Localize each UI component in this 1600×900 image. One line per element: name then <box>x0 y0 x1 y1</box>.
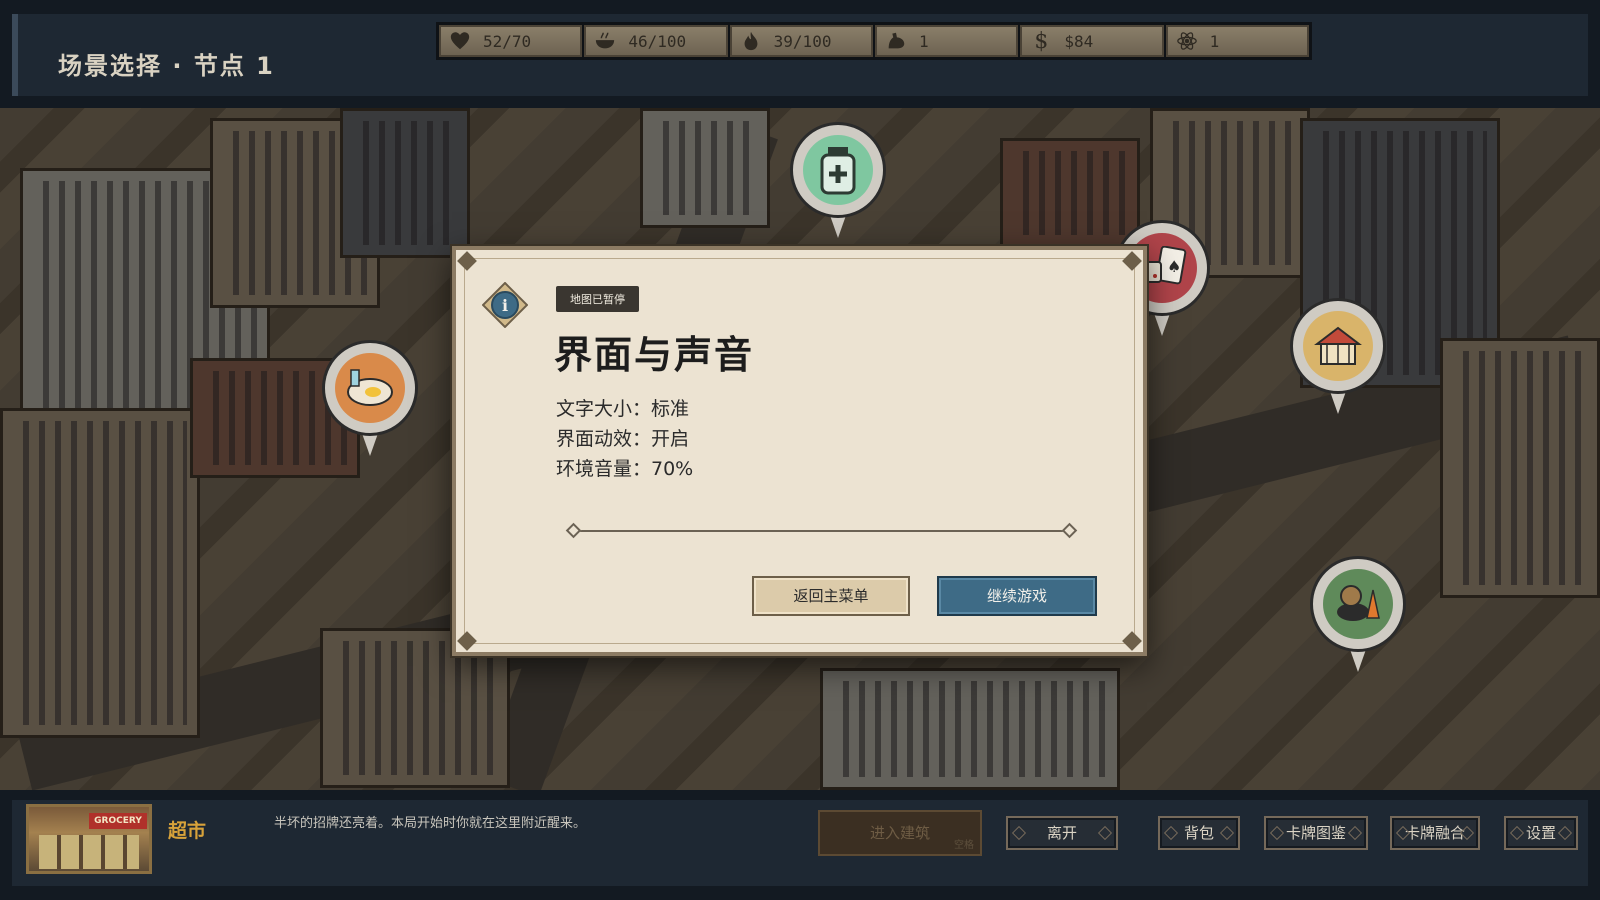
grocery-sign: GROCERY <box>89 813 147 829</box>
stats-bar: 52/70 46/100 39/100 1 $ $84 1 <box>436 22 1312 60</box>
pin-head <box>790 122 886 218</box>
modal-divider <box>574 530 1070 532</box>
return-main-menu-button[interactable]: 返回主菜单 <box>752 576 910 616</box>
stat-money-value: $84 <box>1064 31 1094 51</box>
stat-strength: 1 <box>874 25 1019 57</box>
settings-modal: i 地图已暂停 界面与声音 文字大小：标准 界面动效：开启 环境音量：70% 返… <box>452 246 1147 656</box>
settings-button[interactable]: 设置 <box>1504 816 1578 850</box>
bag-button[interactable]: 背包 <box>1158 816 1240 850</box>
leave-button[interactable]: 离开 <box>1006 816 1118 850</box>
location-pin-sewer[interactable] <box>1310 556 1406 676</box>
svg-text:i: i <box>502 296 508 315</box>
stat-health: 52/70 <box>439 25 583 57</box>
card-fusion-button[interactable]: 卡牌融合 <box>1390 816 1480 850</box>
fire-icon <box>740 30 762 52</box>
location-panel: GROCERY 超市 半坏的招牌还亮着。本局开始时你就在这里附近醒来。 进入建筑… <box>12 800 1588 886</box>
stat-hunger: 46/100 <box>584 25 728 57</box>
bottom-bar: GROCERY 超市 半坏的招牌还亮着。本局开始时你就在这里附近醒来。 进入建筑… <box>0 790 1600 900</box>
setting-text-size: 文字大小：标准 <box>556 398 690 420</box>
modal-title: 界面与声音 <box>554 333 755 377</box>
market-tent-icon <box>1303 311 1373 381</box>
pin-head <box>1310 556 1406 652</box>
enter-building-button[interactable]: 进入建筑 空格 <box>818 810 982 856</box>
heart-icon <box>449 30 471 52</box>
location-pin-diner[interactable] <box>322 340 418 460</box>
stat-hunger-value: 46/100 <box>628 31 687 51</box>
storefront-window <box>39 835 139 869</box>
manhole-cone-icon <box>1323 569 1393 639</box>
atom-icon <box>1176 30 1198 52</box>
stat-health-value: 52/70 <box>483 31 532 51</box>
medicine-bottle-icon <box>803 135 873 205</box>
scene-title: 场景选择 · 节点 1 <box>58 52 275 80</box>
stat-money: $ $84 <box>1020 25 1164 57</box>
stat-energy-value: 39/100 <box>773 31 832 51</box>
continue-game-button[interactable]: 继续游戏 <box>937 576 1097 616</box>
map-paused-tag: 地图已暂停 <box>556 286 639 312</box>
setting-ambient-volume: 环境音量：70% <box>556 458 694 480</box>
food-bowl-icon <box>594 30 616 52</box>
location-pin-pharmacy[interactable] <box>790 122 886 242</box>
enter-building-label: 进入建筑 <box>869 824 930 842</box>
stat-energy: 39/100 <box>729 25 873 57</box>
location-description: 半坏的招牌还亮着。本局开始时你就在这里附近醒来。 <box>274 816 587 831</box>
enter-building-hint: 空格 <box>954 840 974 851</box>
location-pin-market[interactable] <box>1290 298 1386 418</box>
location-name: 超市 <box>168 820 207 842</box>
pin-head <box>322 340 418 436</box>
strength-arm-icon <box>885 30 907 52</box>
stat-science-value: 1 <box>1209 31 1220 51</box>
svg-text:♠: ♠ <box>1167 257 1181 276</box>
setting-ui-animation: 界面动效：开启 <box>556 428 690 450</box>
stat-strength-value: 1 <box>918 31 929 51</box>
dollar-icon: $ <box>1034 28 1049 54</box>
top-bar: 场景选择 · 节点 1 52/70 46/100 39/100 1 $ $84 … <box>0 0 1600 108</box>
pin-head <box>1290 298 1386 394</box>
card-codex-button[interactable]: 卡牌图鉴 <box>1264 816 1368 850</box>
info-icon: i <box>481 281 529 329</box>
stat-science: 1 <box>1165 25 1309 57</box>
food-plate-icon <box>335 353 405 423</box>
location-thumbnail: GROCERY <box>26 804 152 874</box>
